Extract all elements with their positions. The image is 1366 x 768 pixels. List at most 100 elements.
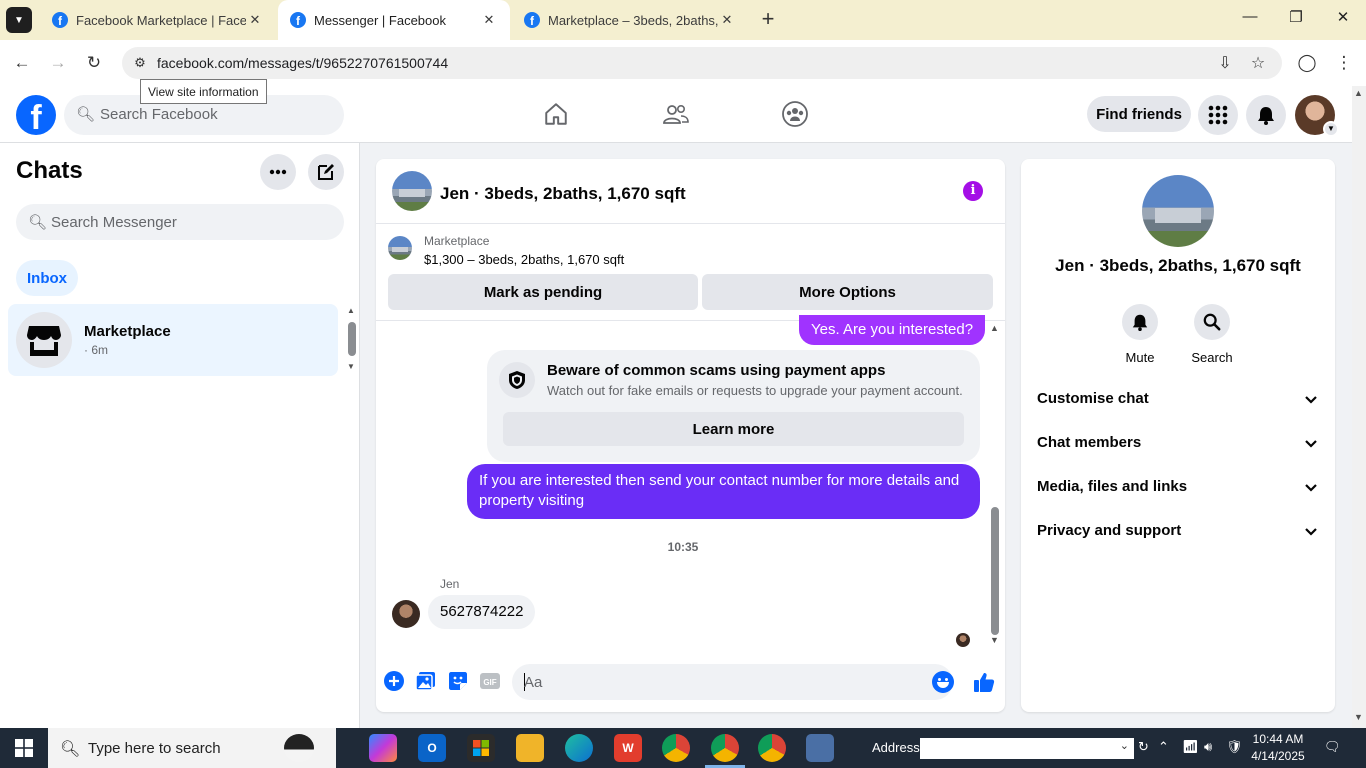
new-message-button[interactable] [308,154,344,190]
copilot-icon[interactable] [369,734,397,762]
new-tab-button[interactable]: + [756,8,780,32]
messenger-search-input[interactable]: 🔍︎ Search Messenger [16,204,344,240]
vpn-shield-icon[interactable]: 🛡︎ [1226,739,1243,755]
conversation-title[interactable]: Jen · 3beds, 2baths, 1,670 sqft [440,184,686,204]
minimize-icon[interactable]: — [1238,8,1262,32]
photo-gallery-icon[interactable] [415,670,437,692]
close-tab-icon[interactable]: ✕ [480,12,498,28]
wps-office-icon[interactable]: W [614,734,642,762]
close-tab-icon[interactable]: ✕ [718,12,736,28]
learn-more-button[interactable]: Learn more [503,412,964,446]
install-app-icon[interactable]: ⇩ [1214,53,1236,75]
menu-grid-icon[interactable] [1198,95,1238,135]
bookmark-star-icon[interactable]: ☆ [1247,53,1269,75]
site-info-icon[interactable]: ⚙ [128,51,152,75]
incoming-message[interactable]: 5627874222 [428,595,536,629]
chat-options-button[interactable] [260,154,296,190]
facebook-logo-icon[interactable]: f [16,95,56,135]
volume-icon[interactable]: 🔊︎ [1204,739,1212,755]
close-window-icon[interactable]: ✕ [1331,8,1355,32]
scroll-up-arrow-icon[interactable]: ▲ [1354,88,1363,98]
outgoing-message[interactable]: Yes. Are you interested? [799,315,986,345]
chevron-down-icon[interactable]: ⌄ [1120,739,1129,752]
mark-as-pending-button[interactable]: Mark as pending [388,274,698,310]
scroll-down-arrow-icon[interactable]: ▼ [1354,712,1363,722]
scroll-thumb[interactable] [991,507,999,635]
forward-arrow-icon[interactable]: → [46,51,70,75]
tab-messenger[interactable]: f Messenger | Facebook ✕ [278,0,510,40]
message-input[interactable] [524,664,914,700]
restore-icon[interactable]: ❐ [1284,8,1308,32]
chevron-down-icon [1305,396,1317,404]
gif-icon[interactable]: GIF [479,670,501,692]
search-icon: 🔍︎ [60,741,81,758]
scroll-down-arrow-icon[interactable]: ▼ [347,362,355,371]
chat-members-section[interactable]: Chat members [1021,422,1335,466]
notifications-bell-icon[interactable] [1246,95,1286,135]
chrome-icon[interactable] [662,734,690,762]
chrome-profile-icon[interactable] [711,734,739,762]
inbox-filter-tab[interactable]: Inbox [16,260,78,296]
chrome-profile-2-icon[interactable] [758,734,786,762]
notification-center-icon[interactable]: 🗨︎ [1324,739,1341,755]
emoji-icon[interactable] [932,671,954,693]
edge-icon[interactable] [565,734,593,762]
plus-circle-icon[interactable] [383,670,405,692]
close-tab-icon[interactable]: ✕ [246,12,264,28]
sticker-icon[interactable] [447,670,469,692]
customise-chat-section[interactable]: Customise chat [1021,378,1335,422]
reload-icon[interactable]: ↻ [82,51,106,75]
mute-action[interactable]: Mute [1110,304,1170,365]
tab-search-dropdown[interactable]: ▼ [6,7,32,33]
listing-profile-photo[interactable] [1142,175,1214,247]
address-bar[interactable]: ⚙ facebook.com/messages/t/96522707615007… [122,47,1282,79]
thumbs-up-icon[interactable] [972,670,996,694]
jen-avatar[interactable] [392,600,420,628]
groups-nav-icon[interactable] [775,96,815,132]
tab-facebook-marketplace[interactable]: f Facebook Marketplace | Facebook ✕ [40,0,276,40]
scroll-up-arrow-icon[interactable]: ▲ [347,306,355,315]
outgoing-message[interactable]: If you are interested then send your con… [467,464,980,519]
mute-label: Mute [1125,350,1155,365]
listing-thumbnail[interactable] [388,236,412,260]
chat-time: · 6m [84,343,108,357]
page-scrollbar[interactable]: ▲ ▼ [1352,86,1366,728]
scroll-thumb[interactable] [348,322,356,356]
chat-list-item-marketplace[interactable]: Marketplace · 6m [8,304,338,376]
home-nav-icon[interactable] [536,96,576,132]
taskbar-search-box[interactable]: 🔍︎ Type here to search [48,728,336,768]
microsoft-store-icon[interactable] [467,734,495,762]
chat-list-scrollbar[interactable]: ▲ ▼ [344,304,358,376]
more-options-button[interactable]: More Options [702,274,993,310]
remote-desktop-icon[interactable] [806,734,834,762]
message-scrollbar[interactable]: ▲ ▼ [988,321,1002,656]
scroll-up-arrow-icon[interactable]: ▲ [990,323,999,333]
url-text[interactable]: facebook.com/messages/t/9652270761500744 [157,55,448,71]
address-toolbar-label: Address [872,740,920,755]
file-explorer-icon[interactable] [516,734,544,762]
info-icon[interactable]: i [963,181,983,201]
message-input-box[interactable] [512,664,954,700]
windows-start-icon[interactable] [0,728,48,768]
listing-price-title[interactable]: $1,300 – 3beds, 2baths, 1,670 sqft [424,252,624,267]
privacy-support-section[interactable]: Privacy and support [1021,510,1335,554]
browser-menu-icon[interactable]: ⋮ [1332,51,1356,75]
outlook-icon[interactable]: O [418,734,446,762]
back-arrow-icon[interactable]: ← [10,51,34,75]
system-clock[interactable]: 10:44 AM 4/14/2025 [1248,731,1308,765]
media-files-links-section[interactable]: Media, files and links [1021,466,1335,510]
tab-marketplace-listing[interactable]: f Marketplace – 3beds, 2baths, 1,670 sqf… [512,0,748,40]
tab-label: Marketplace – 3beds, 2baths, 1,670 sqft [548,12,718,28]
account-avatar[interactable]: ▼ [1295,95,1339,137]
friends-nav-icon[interactable] [656,96,696,132]
refresh-go-icon[interactable]: ↻ [1138,739,1149,755]
show-hidden-icons-chevron-icon[interactable]: ⌃ [1158,739,1169,755]
profile-icon[interactable]: ◯ [1295,51,1319,75]
address-toolbar-input[interactable]: ⌄ [920,738,1134,759]
network-icon[interactable]: 📶︎ [1182,739,1199,755]
sender-name: Jen [440,577,460,591]
search-action[interactable]: Search [1182,304,1242,365]
listing-photo[interactable] [392,171,432,211]
scroll-down-arrow-icon[interactable]: ▼ [990,635,999,645]
find-friends-button[interactable]: Find friends [1087,96,1191,132]
